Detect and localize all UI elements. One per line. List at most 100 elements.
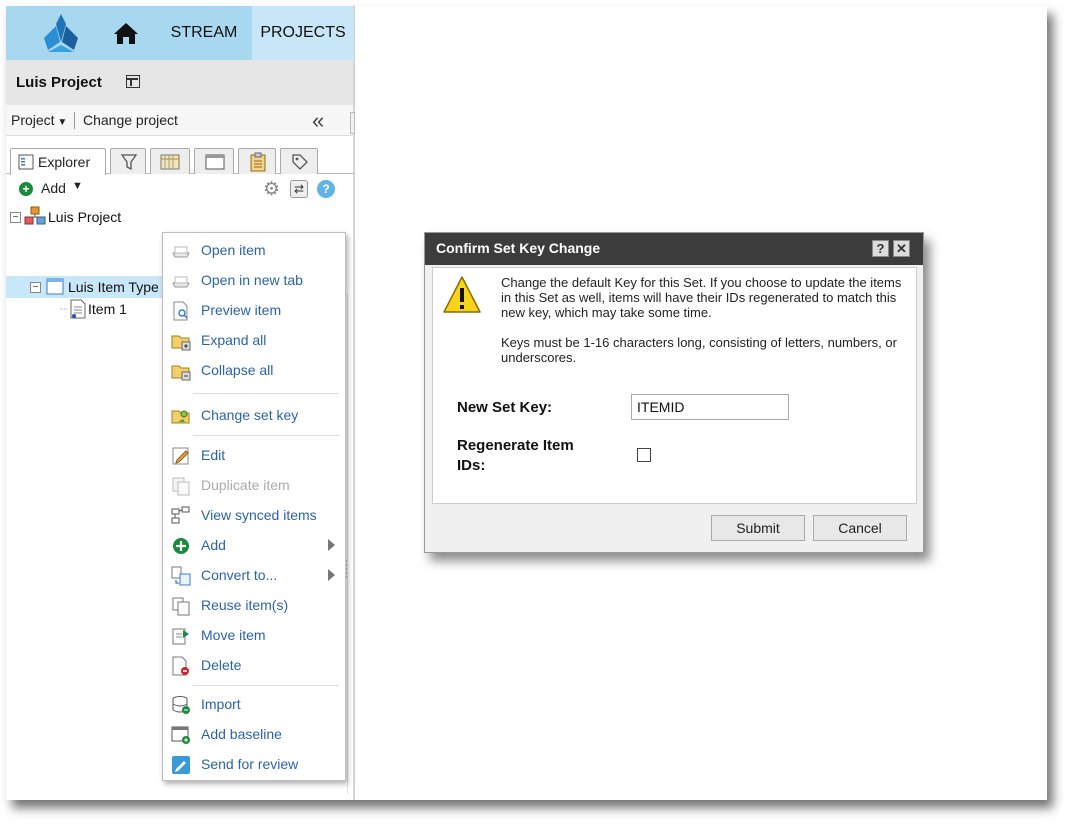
clipboard-icon — [250, 152, 266, 172]
submenu-arrow-icon — [328, 539, 335, 551]
home-icon[interactable] — [110, 20, 142, 46]
change-key-icon — [171, 410, 190, 424]
import-icon — [172, 696, 190, 714]
menu-send-for-review[interactable]: Send for review — [163, 749, 345, 779]
gear-icon[interactable]: ⚙ — [263, 178, 280, 201]
dialog-close-button[interactable]: ✕ — [893, 240, 910, 257]
warning-icon — [443, 276, 481, 313]
content-divider — [347, 294, 348, 794]
tree-node-item-label: Item 1 — [88, 301, 127, 317]
menu-expand-all[interactable]: Expand all — [163, 325, 345, 355]
cancel-button[interactable]: Cancel — [813, 515, 907, 541]
add-icon — [173, 538, 189, 554]
tab-explorer[interactable]: Explorer — [10, 148, 106, 175]
tree-connector — [60, 308, 68, 310]
regenerate-ids-checkbox[interactable] — [637, 448, 651, 462]
caret-down-icon[interactable]: ▼ — [72, 180, 83, 192]
collapse-toggle-icon[interactable]: − — [30, 282, 41, 293]
menu-convert-to[interactable]: Convert to... — [163, 560, 345, 590]
tree-node-project[interactable]: − Luis Project — [10, 206, 210, 228]
menu-label: Import — [201, 696, 241, 712]
menu-open-new-tab[interactable]: Open in new tab — [163, 265, 345, 295]
dialog-message-1: Change the default Key for this Set. If … — [501, 275, 902, 320]
menu-separator — [193, 435, 339, 436]
project-title: Luis Project — [16, 74, 102, 91]
new-set-key-label: New Set Key: — [457, 399, 553, 416]
open-new-tab-icon — [172, 276, 190, 288]
grid-icon — [160, 154, 180, 170]
edit-icon — [172, 447, 189, 465]
baseline-icon — [171, 726, 190, 744]
delete-icon — [172, 656, 189, 676]
tab-tags[interactable] — [280, 148, 318, 174]
expand-all-icon — [171, 335, 191, 351]
divider — [74, 112, 75, 129]
app-logo-icon[interactable] — [40, 12, 82, 54]
menu-view-synced-items[interactable]: View synced items — [163, 500, 345, 530]
dialog-title: Confirm Set Key Change — [436, 240, 601, 256]
open-item-icon — [172, 246, 190, 258]
menu-label: Convert to... — [201, 567, 278, 583]
sync-icon[interactable]: ⇄ — [290, 180, 308, 198]
nav-stream[interactable]: STREAM — [158, 6, 250, 60]
synced-items-icon — [171, 506, 190, 524]
dialog-help-button[interactable]: ? — [872, 240, 889, 257]
nav-projects[interactable]: PROJECTS — [252, 6, 354, 60]
dialog-message-2: Keys must be 1-16 characters long, consi… — [501, 335, 897, 365]
window-icon — [205, 154, 225, 170]
tab-grid[interactable] — [150, 148, 190, 174]
menu-label: View synced items — [201, 507, 317, 523]
project-menu[interactable]: Project ▼ — [11, 112, 67, 128]
menu-label: Open in new tab — [201, 272, 303, 288]
menu-add[interactable]: Add — [163, 530, 345, 560]
filter-icon — [120, 154, 138, 171]
menu-reuse-items[interactable]: Reuse item(s) — [163, 590, 345, 620]
help-icon[interactable]: ? — [317, 180, 335, 198]
menu-label: Edit — [201, 447, 226, 463]
tree-node-project-label: Luis Project — [48, 209, 122, 225]
collapse-toggle-icon[interactable]: − — [10, 212, 21, 223]
menu-collapse-all[interactable]: Collapse all — [163, 355, 345, 385]
menu-label: Expand all — [201, 332, 267, 348]
convert-icon — [171, 566, 191, 586]
menu-import[interactable]: Import — [163, 689, 345, 719]
tag-icon — [292, 154, 308, 170]
menu-label: Preview item — [201, 302, 282, 318]
new-set-key-input[interactable] — [631, 394, 789, 420]
explorer-icon — [18, 154, 34, 170]
menu-label: Send for review — [201, 756, 299, 772]
menu-label: Reuse item(s) — [201, 597, 289, 613]
menu-duplicate-item: Duplicate item — [163, 470, 345, 500]
submit-button[interactable]: Submit — [711, 515, 805, 541]
menu-add-baseline[interactable]: Add baseline — [163, 719, 345, 749]
menu-label: Add baseline — [201, 726, 282, 742]
dialog-body: Change the default Key for this Set. If … — [432, 267, 917, 504]
menu-label: Delete — [201, 657, 242, 673]
menu-move-item[interactable]: Move item — [163, 620, 345, 650]
project-icon — [24, 206, 46, 225]
menu-preview-item[interactable]: Preview item — [163, 295, 345, 325]
panel-layout-icon[interactable] — [126, 75, 140, 88]
regenerate-ids-label-1: Regenerate Item — [457, 437, 574, 454]
duplicate-icon — [172, 477, 190, 496]
menu-label: Duplicate item — [201, 477, 290, 493]
change-project-link[interactable]: Change project — [83, 112, 178, 128]
submenu-arrow-icon — [328, 569, 335, 581]
menu-label: Open item — [201, 242, 266, 258]
tab-document[interactable] — [194, 148, 234, 174]
menu-separator — [193, 393, 339, 394]
tab-filter[interactable] — [110, 148, 146, 174]
menu-label: Move item — [201, 627, 266, 643]
panel-edge-tab[interactable] — [350, 112, 355, 134]
menu-open-item[interactable]: Open item — [163, 235, 345, 265]
menu-change-set-key[interactable]: Change set key — [163, 400, 345, 430]
add-button[interactable]: Add — [41, 180, 66, 196]
project-bar: Project ▼ Change project « — [6, 105, 353, 136]
add-plus-icon[interactable]: + — [19, 182, 33, 196]
menu-delete[interactable]: Delete — [163, 650, 345, 680]
tab-clipboard[interactable] — [238, 148, 276, 174]
caret-down-icon: ▼ — [54, 117, 68, 128]
menu-separator — [193, 685, 339, 686]
collapse-panel-icon[interactable]: « — [312, 108, 324, 134]
menu-edit[interactable]: Edit — [163, 440, 345, 470]
